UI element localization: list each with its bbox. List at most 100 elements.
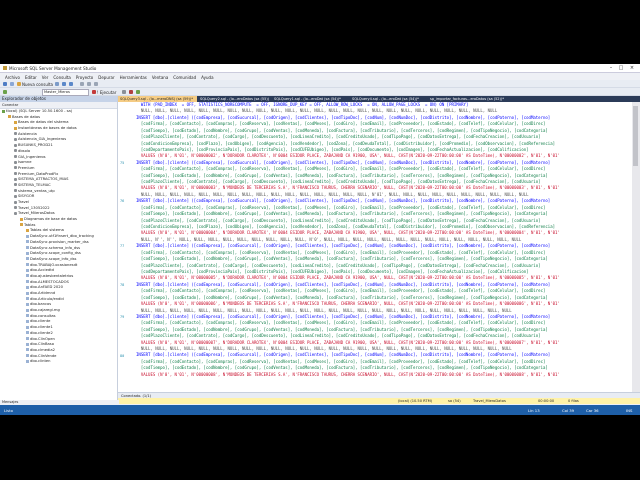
- menu-item-4[interactable]: Proyecto: [76, 75, 93, 80]
- tree-node-label: Travel_MiierosDatos: [18, 211, 55, 216]
- new-query-button[interactable]: Nueva consulta: [22, 82, 53, 87]
- save-icon[interactable]: [62, 81, 66, 86]
- table-icon: [26, 291, 29, 295]
- tree-node-label: Diagramas de base de datos: [24, 217, 77, 222]
- menu-item-6[interactable]: Herramientas: [120, 75, 147, 80]
- table-icon: [26, 285, 29, 289]
- menu-item-2[interactable]: Ver: [42, 75, 49, 80]
- line-number: 79: [120, 315, 125, 320]
- tree-node-label: DataSync.utf1finsert_dbo_tracking: [30, 234, 94, 239]
- table-icon: [26, 251, 29, 255]
- db-icon: [14, 132, 17, 136]
- table-icon: [26, 342, 29, 346]
- line-number: 76: [120, 199, 125, 204]
- server-icon: [2, 109, 5, 113]
- scrollbar-thumb[interactable]: [633, 106, 638, 166]
- db-icon: [14, 172, 17, 176]
- menu-item-8[interactable]: Comunidad: [173, 75, 196, 80]
- app-status-bar: Listo Lín 13 Col 39 Car 36 INS: [0, 405, 640, 415]
- table-icon: [26, 354, 29, 358]
- db-icon: [14, 177, 17, 181]
- tree-node-label: SISTEMA_TELMAC: [18, 182, 51, 187]
- table-icon: [26, 257, 29, 261]
- save-all-icon[interactable]: [69, 81, 73, 86]
- tree-node-label: dbo.ClinOpen: [30, 336, 55, 341]
- tree-node-label: DataSync.schema_info_dss: [30, 245, 81, 250]
- close-icon[interactable]: ×: [627, 65, 637, 71]
- menu-item-5[interactable]: Depurar: [98, 75, 114, 80]
- table-icon: [26, 280, 29, 284]
- database-selector[interactable]: Master_Mieros: [42, 89, 89, 96]
- object-explorer-toolbar: Conectar: [0, 102, 117, 109]
- status-rows: 0 filas: [568, 399, 579, 403]
- status-time: 00:00:00: [538, 399, 555, 403]
- table-icon: [26, 348, 29, 352]
- line-number: 75: [120, 160, 125, 165]
- object-explorer: Explorador de objetos Conectar tlocal) (…: [0, 96, 118, 400]
- ssms-window: Microsoft SQL Server Management Studio –…: [0, 64, 640, 415]
- menu-item-9[interactable]: Ayuda: [201, 75, 213, 80]
- tree-node-label: dbo.Acciedtd: [30, 268, 54, 273]
- db-icon: [14, 149, 17, 153]
- connect-icon[interactable]: [3, 89, 7, 94]
- query-toolbar: Master_Mieros ! Ejecutar: [0, 88, 640, 96]
- copy-icon[interactable]: [87, 81, 91, 86]
- tree-node-label: Tablas: [24, 222, 36, 227]
- tree-node-label: Premium_DataProdFix: [18, 171, 59, 176]
- tree-node-label: Tablas del sistema: [30, 228, 64, 233]
- menu-bar: Archivo Editar Ver Consulta Proyecto Depurar H…: [0, 73, 640, 80]
- tree-node-label: dbo.ClinBaso: [30, 342, 54, 347]
- folder-icon: [14, 120, 17, 124]
- new-query-icon[interactable]: [17, 81, 21, 86]
- status-ready: Listo: [4, 408, 13, 413]
- tree-node-label: dbo.ClinVende: [30, 353, 57, 358]
- minimize-icon[interactable]: –: [606, 65, 616, 71]
- menu-item-0[interactable]: Archivo: [5, 75, 20, 80]
- db-icon: [14, 211, 17, 215]
- tree-node[interactable]: dbo.clinten: [0, 359, 117, 365]
- query-editor[interactable]: 75 76 77 78 79 80 WITH (PAD_INDEX = OFF, STAT…: [118, 102, 632, 392]
- tree-node-label: Premium: [18, 165, 35, 170]
- db-icon: [14, 200, 17, 204]
- maximize-icon[interactable]: □: [616, 65, 626, 71]
- status-column: Col 39: [562, 408, 575, 413]
- tree-node-label: DataSync.scope_config_dss: [30, 251, 81, 256]
- stop-icon[interactable]: [129, 89, 133, 94]
- menu-item-7[interactable]: Ventana: [152, 75, 168, 80]
- tree-node-label: dbo.consultas: [30, 313, 56, 318]
- editor-scrollbar[interactable]: [632, 102, 640, 392]
- paste-icon[interactable]: [94, 81, 98, 86]
- table-icon: [26, 246, 29, 249]
- tree-node-label: dbo.ajustesbentaletrios: [30, 273, 74, 278]
- line-number: 78: [120, 283, 125, 288]
- new-file-icon[interactable]: [10, 81, 14, 86]
- tree-node-label: tlocal) (SQL Server 10.50.1600 - sa): [6, 109, 73, 113]
- menu-item-3[interactable]: Consulta: [53, 75, 71, 80]
- debug-icon[interactable]: [122, 89, 126, 94]
- connect-button[interactable]: Conectar: [2, 103, 18, 107]
- db-icon: [14, 166, 17, 170]
- tree-node-label: dbo.clinten: [30, 359, 51, 364]
- cut-icon[interactable]: [80, 81, 84, 86]
- execute-icon[interactable]: [92, 89, 96, 94]
- back-icon[interactable]: [3, 81, 7, 86]
- code-line: VALUES (N'0', N'01', N'00000004', N'DORA…: [136, 230, 560, 236]
- table-icon: [26, 268, 29, 272]
- code-line: VALUES (N'0', N'01', N'00000005', N'DORA…: [136, 275, 560, 281]
- tree-node-label: GIA_Ingenieros: [18, 154, 46, 159]
- tree-node-label: Isomne: [18, 160, 32, 165]
- status-mode: INS: [626, 408, 633, 413]
- tree-node-label: dbo.AnFAED 2020: [30, 285, 63, 290]
- open-icon[interactable]: [55, 81, 59, 86]
- execute-button[interactable]: ! Ejecutar: [97, 90, 116, 95]
- parse-icon[interactable]: [136, 89, 140, 94]
- code-area[interactable]: WITH (PAD_INDEX = OFF, STATISTICS_NORECO…: [136, 102, 632, 378]
- tree-node-label: dbsolo: [18, 148, 31, 153]
- query-status-bar: (local) (10.50 RTM) sa (54) Travel_Miero…: [118, 398, 640, 404]
- table-icon: [26, 359, 29, 363]
- menu-item-1[interactable]: Editar: [25, 75, 37, 80]
- db-icon: [14, 143, 17, 147]
- db-icon: [14, 194, 17, 198]
- table-icon: [26, 331, 29, 335]
- tree-node-label: SISYGOR: [18, 194, 35, 199]
